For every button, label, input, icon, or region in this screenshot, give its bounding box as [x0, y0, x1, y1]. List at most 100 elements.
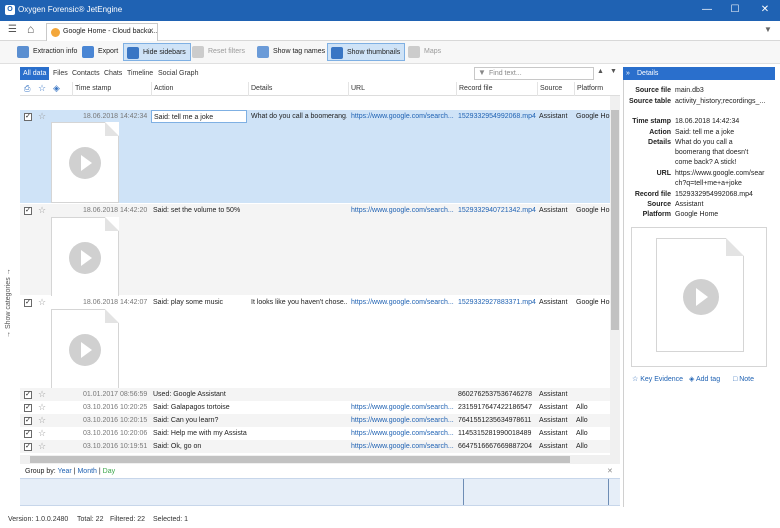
row-checkbox[interactable]: ✓	[24, 391, 32, 399]
cell-url[interactable]: https://www.google.com/search...	[351, 110, 455, 123]
detail-value-record-file[interactable]: 1529332954992068.mp4	[675, 190, 767, 200]
details-preview[interactable]	[631, 227, 767, 367]
cell-url[interactable]: https://www.google.com/search...	[351, 401, 455, 414]
timeline-histogram[interactable]	[20, 478, 620, 506]
timeline-close-icon[interactable]: ✕	[607, 467, 613, 475]
hide-sidebars-button[interactable]: Hide sidebars	[123, 43, 191, 61]
star-icon[interactable]: ☆	[38, 402, 46, 413]
star-icon[interactable]: ☆	[38, 415, 46, 426]
star-icon[interactable]: ☆	[38, 441, 46, 452]
menu-icon[interactable]: ☰	[8, 24, 17, 35]
reset-filters-button[interactable]: Reset filters	[189, 43, 249, 61]
column-header-details[interactable]: Details	[248, 82, 347, 96]
minimize-button[interactable]: —	[694, 3, 720, 17]
maps-button[interactable]: Maps	[405, 43, 445, 61]
table-row[interactable]: ✓ ☆ 01.01.2017 08:56:59 Used: Google Ass…	[20, 388, 610, 401]
detail-value-url[interactable]: https://www.google.com/search?q=tell+me+…	[675, 169, 765, 189]
tab-google-home[interactable]: Google Home - Cloud backu... ✕	[46, 23, 158, 41]
table-row[interactable]: ✓ ☆ 03.10.2016 10:20:15 Said: Can you le…	[20, 414, 610, 427]
detail-value-source-file[interactable]: main.db3	[675, 86, 767, 96]
cell-record-file[interactable]: 1529332940721342.mp4	[458, 204, 536, 217]
play-icon[interactable]	[683, 279, 719, 315]
row-checkbox[interactable]: ✓	[24, 299, 32, 307]
cell-url[interactable]	[351, 388, 455, 401]
table-row[interactable]: ✓ ☆ 03.10.2016 10:20:06 Said: Help me wi…	[20, 427, 610, 440]
table-row[interactable]: ✓ ☆ 03.10.2016 10:19:51 Said: Ok, go on …	[20, 440, 610, 453]
row-checkbox[interactable]: ✓	[24, 404, 32, 412]
table-row[interactable]: ✓ ☆ 18.06.2018 14:42:34 Said: tell me a …	[20, 110, 610, 203]
column-header-source[interactable]: Source	[537, 82, 573, 96]
tab-social-graph[interactable]: Social Graph	[158, 67, 198, 80]
star-icon[interactable]: ☆	[38, 389, 46, 400]
column-header-timestamp[interactable]: Time stamp	[72, 82, 150, 96]
export-button[interactable]: Export	[79, 43, 122, 61]
show-categories-toggle[interactable]: → Show categories →	[4, 260, 18, 340]
collapse-icon[interactable]: »	[626, 67, 630, 80]
cell-record-file[interactable]: 1529332954992068.mp4	[458, 110, 536, 123]
tab-all-data[interactable]: All data	[20, 67, 50, 80]
row-checkbox[interactable]: ✓	[24, 430, 32, 438]
row-checkbox[interactable]: ✓	[24, 113, 32, 121]
show-tag-names-button[interactable]: Show tag names	[254, 43, 329, 61]
row-checkbox[interactable]: ✓	[24, 207, 32, 215]
column-header-action[interactable]: Action	[151, 82, 247, 96]
maximize-button[interactable]: ☐	[722, 3, 748, 17]
cell-url[interactable]: https://www.google.com/search...	[351, 414, 455, 427]
search-prev-button[interactable]: ▲	[597, 68, 604, 75]
tab-files[interactable]: Files	[53, 67, 68, 80]
video-thumbnail[interactable]	[51, 217, 119, 298]
table-row[interactable]: ✓ ☆ 03.10.2016 10:20:25 Said: Galapagos …	[20, 401, 610, 414]
table-row[interactable]: ✓ ☆ 18.06.2018 14:42:07 Said: play some …	[20, 296, 610, 390]
column-header-record-file[interactable]: Record file	[456, 82, 536, 96]
star-icon[interactable]: ☆	[38, 428, 46, 439]
cell-platform: Allo	[576, 443, 588, 450]
cell-url[interactable]: https://www.google.com/search...	[351, 204, 455, 217]
cell-url[interactable]: https://www.google.com/search...	[351, 440, 455, 453]
cell-details	[251, 427, 347, 440]
cell-url[interactable]: https://www.google.com/search...	[351, 427, 455, 440]
close-button[interactable]: ✕	[752, 3, 778, 17]
tag-icon: ◈	[689, 376, 696, 383]
star-icon[interactable]: ☆	[38, 205, 46, 216]
column-header-url[interactable]: URL	[348, 82, 455, 96]
cell-url[interactable]: https://www.google.com/search...	[351, 296, 455, 309]
detail-key: Record file	[634, 191, 671, 198]
hide-sidebars-label: Hide sidebars	[143, 49, 186, 56]
page-fold-icon	[726, 238, 744, 256]
star-icon[interactable]: ☆	[38, 111, 46, 122]
home-icon[interactable]: ⌂	[27, 22, 34, 36]
video-thumbnail[interactable]	[51, 309, 119, 390]
export-icon	[82, 46, 94, 58]
tag-icon	[257, 46, 269, 58]
column-header-platform[interactable]: Platform	[574, 82, 620, 96]
group-by-year[interactable]: Year	[58, 468, 72, 475]
table-row[interactable]: ✓ ☆ 18.06.2018 14:42:20 Said: set the vo…	[20, 204, 610, 298]
row-checkbox[interactable]: ✓	[24, 417, 32, 425]
star-icon[interactable]: ☆	[38, 297, 46, 308]
key-evidence-button[interactable]: ☆ Key Evidence	[632, 375, 683, 385]
group-by-day[interactable]: Day	[103, 468, 115, 475]
row-checkbox[interactable]: ✓	[24, 443, 32, 451]
star-header-icon[interactable]: ☆	[38, 83, 46, 94]
tag-header-icon[interactable]: ◈	[53, 83, 60, 94]
status-bar: Version: 1.0.0.2480 Total: 22 Filtered: …	[0, 512, 780, 528]
add-tag-button[interactable]: ◈ Add tag	[689, 375, 720, 385]
extraction-info-button[interactable]: Extraction info	[14, 43, 81, 61]
search-input[interactable]: Find text...	[474, 67, 594, 80]
tab-contacts[interactable]: Contacts	[72, 67, 100, 80]
group-by-month[interactable]: Month	[77, 468, 96, 475]
show-thumbnails-button[interactable]: Show thumbnails	[327, 43, 406, 61]
tab-close-icon[interactable]: ✕	[148, 24, 154, 40]
note-button[interactable]: □ Note	[733, 375, 754, 385]
tab-menu-icon[interactable]: ▼	[764, 25, 772, 34]
search-next-button[interactable]: ▼	[610, 68, 617, 75]
horizontal-scrollbar-thumb[interactable]	[30, 456, 570, 463]
cell-source: Assistant	[539, 404, 568, 411]
cell-record-file[interactable]: 1529332927883371.mp4	[458, 296, 536, 309]
print-icon[interactable]: ⎙	[24, 84, 30, 94]
tab-timeline[interactable]: Timeline	[127, 67, 153, 80]
vertical-scrollbar-thumb[interactable]	[611, 110, 619, 330]
tab-chats[interactable]: Chats	[104, 67, 122, 80]
cell-timestamp: 18.06.2018 14:42:07	[83, 299, 148, 306]
video-thumbnail[interactable]	[51, 122, 119, 203]
